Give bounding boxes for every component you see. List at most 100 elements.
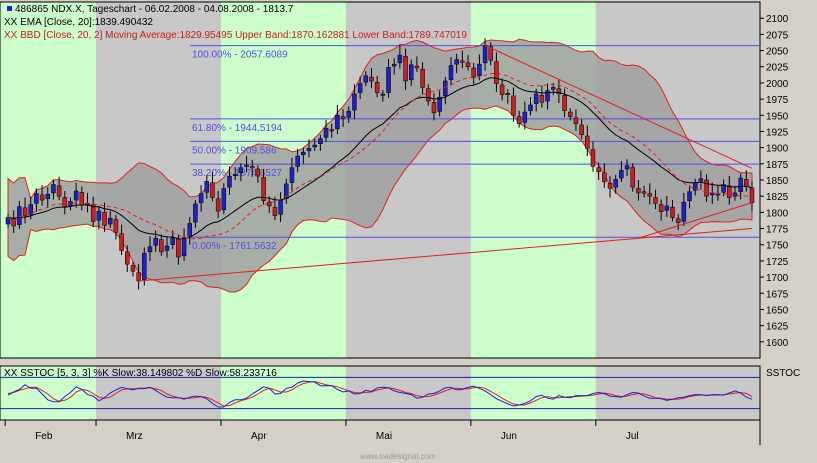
candle-body [619,170,624,179]
candle-body [159,239,164,253]
candle-body [658,204,664,212]
stoch-header: XX SSTOC [5, 3, 3] %K Slow:38.149802 %D … [4,368,277,379]
y-tick-label: 1775 [766,225,789,236]
y-tick-label: 2075 [766,30,789,41]
candle-body [397,54,403,64]
y-tick-label: 1725 [766,257,789,268]
candle-body [272,206,278,216]
candle-body [585,135,590,149]
candle-body [420,69,425,88]
candle-body [647,193,653,197]
y-tick-label: 1850 [766,176,789,187]
x-tick-label: Mai [376,431,392,442]
candle-body [125,251,130,265]
candle-body [51,184,56,194]
candle-body [431,102,437,113]
candle-body [454,59,459,65]
candle-body [641,191,647,194]
y-tick-label: 1675 [766,289,789,300]
candle-body [607,182,613,189]
candle-body [323,127,329,138]
candle-body [460,60,465,63]
candle-body [687,191,692,201]
candle-body [329,129,334,132]
y-tick-label: 1700 [766,273,789,284]
candle-body [624,165,630,170]
candle-body [630,166,635,188]
candle-body [522,111,528,123]
y-tick-label: 2050 [766,47,789,58]
y-tick-label: 1750 [766,241,789,252]
candle-body [374,82,380,93]
candle-body [210,182,215,198]
x-tick-label: Feb [35,431,53,442]
candle-body [369,76,374,82]
candle-body [238,167,244,174]
candle-body [602,172,607,183]
candle-body [176,238,181,258]
stoch-panel-label: SSTOC [766,368,800,379]
candle-body [528,104,533,111]
y-tick-label: 1625 [766,322,789,333]
candle-body [653,197,658,204]
fib-level-label: 100.00% - 2057.6089 [192,50,288,61]
x-tick-label: Jun [501,431,517,442]
candle-body [193,203,198,223]
candle-body [142,252,147,280]
fib-level-label: 0.00% - 1761.5632 [192,241,277,252]
candle-body [443,80,448,97]
y-tick-label: 1800 [766,208,789,219]
candle-body [744,179,749,187]
candle-body [352,93,357,111]
candle-body [335,115,340,130]
candle-body [96,210,102,221]
candle-body [482,45,488,64]
candle-body [198,193,204,203]
candle-body [471,67,476,78]
candle-body [732,192,738,197]
candle-body [704,179,709,197]
candle-body [408,64,414,80]
candle-body [130,265,136,272]
x-tick-label: Mrz [126,431,143,442]
y-tick-label: 1975 [766,95,789,106]
y-tick-label: 1600 [766,338,789,349]
candle-body [90,204,96,222]
month-band-stoch [470,366,596,420]
candle-body [289,167,295,183]
fib-level-label: 50.00% - 1909.586 [192,145,277,156]
candle-body [414,65,420,69]
candle-body [448,65,454,80]
chart-window: 100.00% - 2057.6089 61.80% - 1944.5194 50.… [0,0,817,463]
candle-body [346,111,352,118]
candle-body [301,151,306,156]
candle-body [22,207,28,216]
candle-body [380,93,386,96]
candle-body [340,116,346,119]
watermark: www.tradesignal.com [359,452,436,461]
candle-body [147,246,153,253]
candle-body [45,193,51,200]
candle-body [232,173,238,176]
header-line-2: XX EMA [Close, 20]:1839.490432 [4,17,153,28]
candle-body [426,88,431,102]
candle-body [386,67,391,93]
candle-body [204,181,210,193]
candle-body [505,93,511,96]
candle-body [255,168,261,177]
candle-body [562,94,567,111]
candle-body [306,148,312,152]
candle-body [499,84,505,95]
candle-body [698,178,704,182]
candle-body [477,63,482,77]
candle-body [187,223,192,237]
candle-body [596,167,601,172]
candle-body [17,206,22,225]
candle-body [568,111,573,117]
y-tick-label: 1875 [766,160,789,171]
candle-body [681,201,687,222]
x-tick-label: Jul [626,431,639,442]
y-tick-label: 1950 [766,111,789,122]
candle-body [34,193,39,204]
candle-body [636,188,641,194]
